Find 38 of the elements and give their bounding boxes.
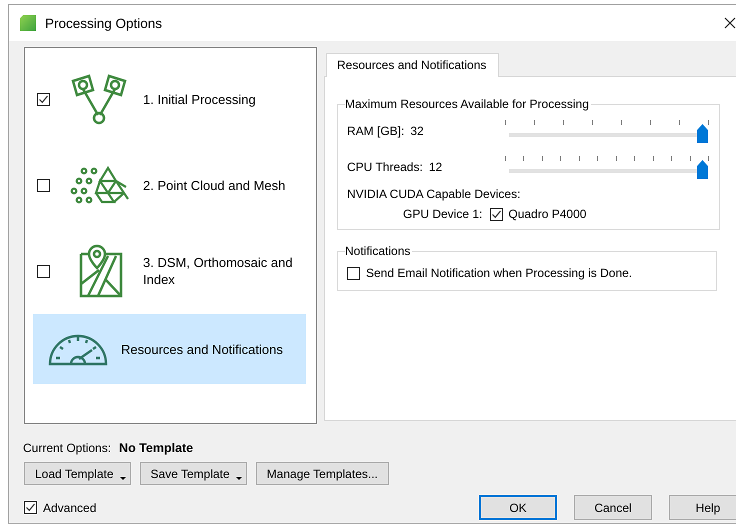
dialog-button[interactable]: Help — [669, 495, 736, 520]
slider-value: 12 — [428, 160, 442, 174]
slider-label: RAM [GB]: — [347, 124, 404, 138]
step-item[interactable]: Resources and Notifications — [33, 314, 306, 384]
map-pin-icon — [78, 244, 124, 298]
slider[interactable] — [503, 117, 709, 145]
field-label: Current Options: — [23, 441, 112, 455]
template-button[interactable]: Save Template — [140, 462, 247, 485]
tab[interactable]: Resources and Notifications — [326, 53, 500, 77]
field-value: No Template — [119, 441, 194, 455]
template-button[interactable]: Load Template — [24, 462, 131, 485]
slider[interactable] — [503, 153, 709, 181]
checkbox[interactable] — [490, 208, 504, 220]
slider-value: 32 — [410, 124, 424, 138]
window-title: Processing Options — [45, 16, 162, 30]
dialog-button[interactable]: Cancel — [574, 495, 652, 520]
checkbox[interactable] — [37, 92, 50, 106]
step-item[interactable]: 1. Initial Processing — [25, 56, 316, 142]
checkbox[interactable] — [347, 266, 360, 280]
dialog-button[interactable]: OK — [479, 495, 557, 520]
checkbox[interactable] — [24, 501, 37, 514]
section-label: NVIDIA CUDA Capable Devices: — [347, 187, 522, 201]
slider-label: CPU Threads: — [347, 160, 423, 174]
step-item[interactable]: 3. DSM, Orthomosaic and Index — [25, 228, 316, 314]
checkbox[interactable] — [37, 264, 50, 278]
app-icon — [20, 15, 36, 31]
group-title: Notifications — [345, 244, 412, 258]
close-icon[interactable] — [724, 17, 736, 29]
gauge-icon — [48, 332, 108, 366]
field-label: GPU Device 1: — [403, 207, 482, 221]
group-title: Maximum Resources Available for Processing — [345, 97, 590, 111]
checkbox-label: Advanced — [43, 500, 96, 514]
checkbox-label: Quadro P4000 — [508, 207, 586, 221]
checkbox-label: Send Email Notification when Processing is Done. — [366, 266, 632, 280]
template-button[interactable]: Manage Templates... — [256, 462, 389, 485]
step-item[interactable]: 2. Point Cloud and Mesh — [25, 142, 316, 228]
checkbox[interactable] — [37, 178, 50, 192]
point-cloud-icon — [70, 165, 132, 205]
